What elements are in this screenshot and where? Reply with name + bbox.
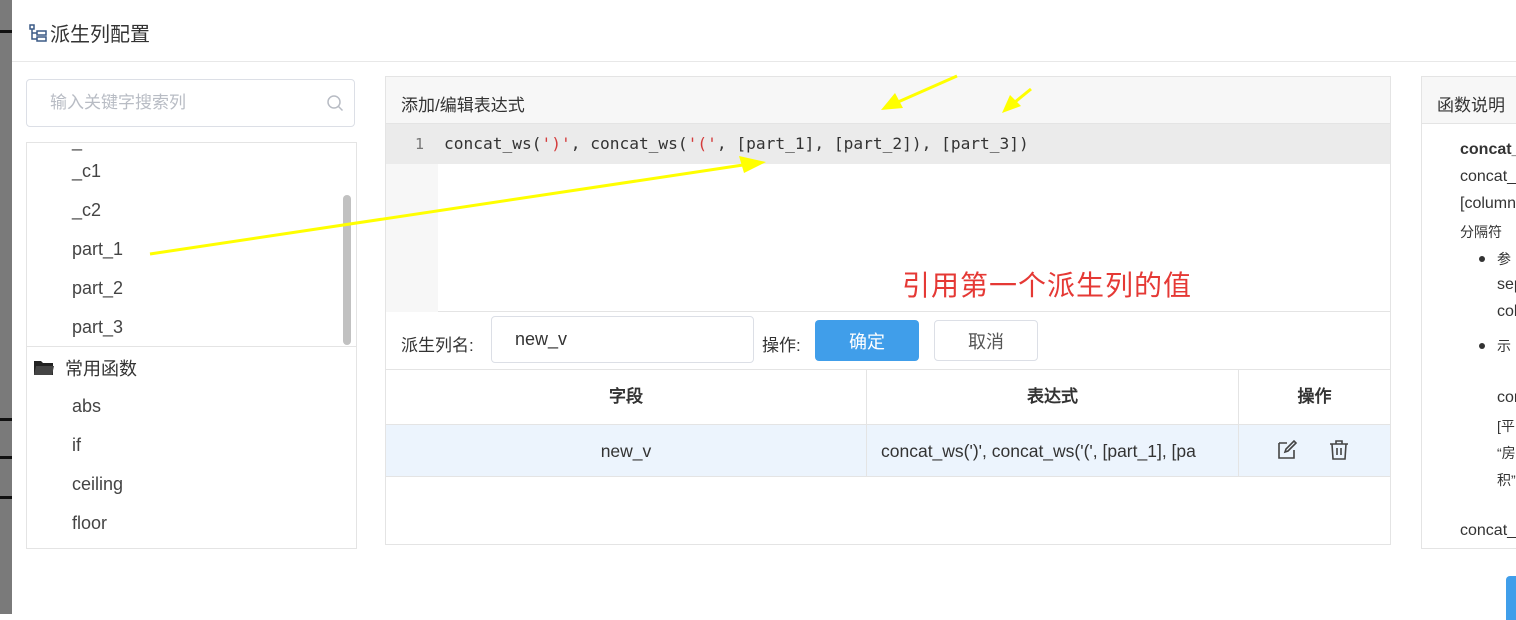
column-item[interactable]: part_1 [72, 239, 123, 260]
annotation-text: 引用第一个派生列的值 [902, 270, 1193, 301]
column-header-expression: 表达式 [867, 370, 1239, 424]
operation-label: 操作: [762, 336, 801, 355]
column-item-partial[interactable]: _ [72, 143, 82, 152]
derived-column-dialog: 派生列配置 _ _c1 _c2 part_1 part_2 part_3 常用函… [12, 0, 1516, 620]
column-item[interactable]: part_3 [72, 317, 123, 338]
backdrop-line [0, 30, 12, 33]
table-row[interactable]: new_v concat_ws(')', concat_ws('(', [par… [386, 425, 1390, 477]
table-header: 字段 表达式 操作 [386, 369, 1390, 425]
function-item[interactable]: ceiling [72, 474, 123, 495]
search-icon[interactable] [326, 94, 344, 112]
trash-icon[interactable] [1327, 438, 1351, 462]
column-header-field: 字段 [386, 370, 867, 424]
doc-bullet [1479, 256, 1485, 262]
doc-text: 示 [1497, 338, 1511, 354]
code-string: ')' [541, 134, 571, 153]
doc-text: 参 [1497, 251, 1511, 267]
doc-text: concat_ [1460, 522, 1516, 539]
doc-function-name: concat_ [1460, 141, 1516, 158]
doc-text: concat_ [1460, 168, 1516, 185]
column-header-actions: 操作 [1297, 387, 1332, 406]
backdrop-line [0, 418, 12, 421]
column-item[interactable]: part_2 [72, 278, 123, 299]
backdrop-line [0, 456, 12, 459]
code-token: , [part_1], [part_2]), [part_3]) [716, 134, 1029, 153]
edit-icon[interactable] [1275, 438, 1299, 462]
docs-header-title: 函数说明 [1437, 96, 1505, 115]
dialog-title: 派生列配置 [28, 18, 150, 47]
doc-text: con [1497, 389, 1516, 406]
derived-column-form: 派生列名: 操作: 确定 取消 [386, 313, 1390, 369]
dialog-header: 派生列配置 [12, 0, 1516, 62]
backdrop-line [0, 496, 12, 499]
doc-text: [column [1460, 195, 1516, 212]
code-line[interactable]: concat_ws(')', concat_ws('(', [part_1], … [444, 134, 1029, 153]
code-token: concat_ws( [444, 134, 542, 153]
column-list: _ _c1 _c2 part_1 part_2 part_3 [27, 143, 356, 347]
modal-backdrop [0, 0, 12, 614]
code-token: , concat_ws( [570, 134, 688, 153]
column-name-input[interactable] [491, 316, 754, 363]
footer-primary-button[interactable] [1506, 576, 1516, 620]
doc-text: “房 [1497, 445, 1516, 461]
folder-icon [34, 361, 54, 375]
expression-editor-panel: 添加/编辑表达式 1 concat_ws(')', concat_ws('(',… [385, 76, 1391, 545]
function-group-header[interactable]: 常用函数 [33, 355, 137, 381]
column-item[interactable]: _c2 [72, 200, 101, 221]
doc-text: 分隔符 [1460, 225, 1502, 241]
doc-text: [平 [1497, 418, 1515, 434]
code-string: '(' [687, 134, 717, 153]
line-number: 1 [414, 135, 424, 153]
function-group-label: 常用函数 [65, 359, 137, 379]
function-docs-panel: 函数说明 concat_ concat_ [column 分隔符 参 sep c… [1421, 76, 1516, 549]
cell-field: new_v [386, 425, 867, 477]
confirm-button[interactable]: 确定 [815, 320, 919, 361]
cell-actions [1239, 425, 1390, 477]
dialog-title-text: 派生列配置 [50, 24, 150, 46]
code-editor[interactable]: 1 concat_ws(')', concat_ws('(', [part_1]… [386, 124, 1390, 312]
column-list-scrollbar[interactable] [343, 195, 351, 345]
function-item[interactable]: if [72, 435, 81, 456]
column-tree: _ _c1 _c2 part_1 part_2 part_3 常用函数 abs … [26, 142, 357, 549]
doc-bullet [1479, 343, 1485, 349]
function-item[interactable]: abs [72, 396, 101, 417]
doc-text: 积” [1497, 472, 1516, 488]
doc-text: col [1497, 303, 1516, 320]
cancel-button[interactable]: 取消 [934, 320, 1038, 361]
column-name-label: 派生列名: [401, 336, 474, 355]
doc-text: sep [1497, 276, 1516, 293]
tree-structure-icon [29, 23, 47, 42]
editor-header-title: 添加/编辑表达式 [401, 96, 525, 115]
column-item[interactable]: _c1 [72, 161, 101, 182]
cell-expression: concat_ws(')', concat_ws('(', [part_1], … [867, 425, 1239, 477]
column-search-input[interactable] [28, 81, 308, 125]
function-item[interactable]: floor [72, 513, 107, 534]
editor-header: 添加/编辑表达式 [386, 77, 1390, 124]
docs-header: 函数说明 [1422, 77, 1516, 124]
column-search[interactable] [26, 79, 355, 127]
